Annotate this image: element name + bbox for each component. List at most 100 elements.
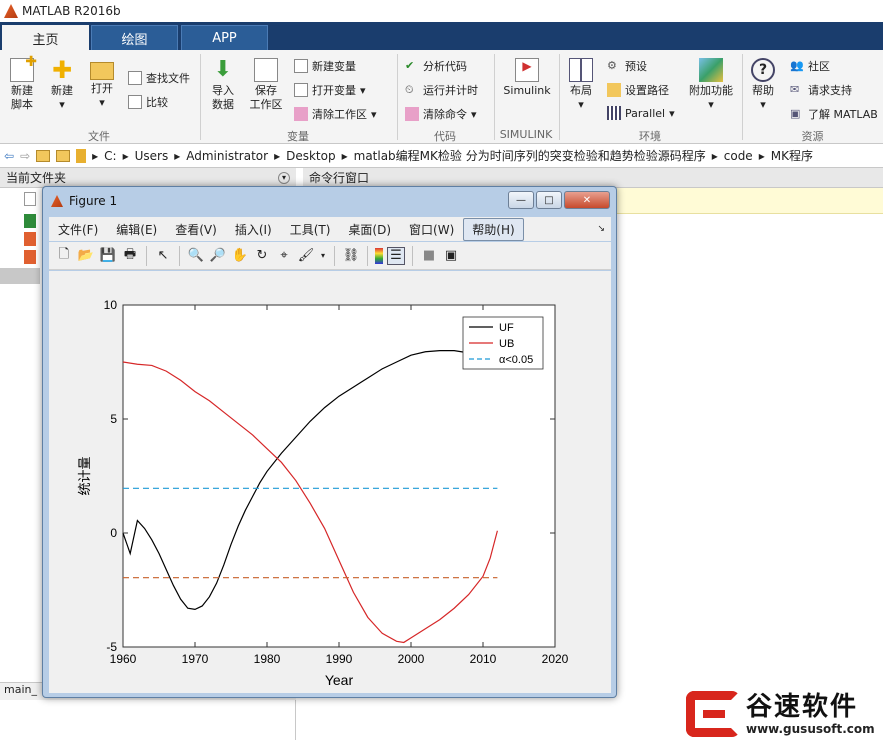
tab-plots[interactable]: 绘图	[91, 25, 178, 50]
chart-svg[interactable]: 1960 1970 1980 1990 2000 2010 2020-50510 Year …	[49, 271, 611, 693]
minimize-button[interactable]: —	[508, 191, 534, 209]
breadcrumb-item[interactable]: Desktop	[286, 149, 336, 163]
menu-insert[interactable]: 插入(I)	[226, 218, 281, 241]
breadcrumb-item[interactable]: Users	[135, 149, 169, 163]
folder-icon	[90, 62, 114, 80]
legend[interactable]: UF UB α<0.05	[462, 316, 544, 370]
breadcrumb-item[interactable]: MK程序	[771, 147, 813, 164]
eraser-icon	[294, 107, 308, 121]
pointer-icon[interactable]: ↖	[154, 247, 172, 265]
community-button[interactable]: 👥 社区	[790, 58, 830, 74]
tab-apps[interactable]: APP	[181, 25, 268, 50]
simulink-button[interactable]: ▶ Simulink	[502, 58, 552, 98]
menu-window[interactable]: 窗口(W)	[400, 218, 463, 241]
x-tick-label: 2000	[398, 652, 425, 666]
save-icon[interactable]: 💾	[99, 247, 117, 265]
figure-window[interactable]: Figure 1 — □ ✕ 文件(F) 编辑(E) 查看(V) 插入(I) 工…	[42, 186, 617, 698]
compare-button[interactable]: 比较	[128, 94, 168, 110]
new-script-icon: ✚	[10, 55, 37, 82]
figure-toolbar: 🗋 📂 💾 🖶 ↖ 🔍 🔎 ✋ ↻ ⌖ 🖌 ▾ ⛓ ☰ ■ ▣	[49, 242, 611, 270]
y-tick-label: 0	[110, 526, 117, 540]
root-folder-icon	[76, 148, 87, 163]
import-data-button[interactable]: ⬇ 导入 数据	[206, 58, 240, 112]
run-and-time-button[interactable]: ⏲ 运行并计时	[405, 82, 478, 98]
address-bar[interactable]: ⇦ ⇨ ▸ C: ▸ Users ▸ Administrator ▸ Desktop ▸…	[0, 144, 883, 168]
figure-plot-area[interactable]: 1960 1970 1980 1990 2000 2010 2020 -5 0 5 10 Year …	[49, 271, 611, 693]
tab-home[interactable]: 主页	[2, 25, 89, 50]
link-plot-icon[interactable]: ⛓	[342, 247, 360, 265]
request-support-button[interactable]: ✉ 请求支持	[790, 82, 852, 98]
m-file-icon[interactable]	[24, 232, 36, 246]
ribbon: ✚ 新建 脚本 ✚ 新建 ▾ 打开 ▾ 查找文件 比较 文件 ⬇ 导入 数据 保存 …	[0, 50, 883, 144]
new-script-button[interactable]: ✚ 新建 脚本	[6, 55, 38, 112]
forward-icon[interactable]: ⇨	[20, 149, 30, 163]
clear-workspace-button[interactable]: 清除工作区 ▾	[294, 106, 377, 122]
folder-icon	[607, 83, 621, 97]
breadcrumb-item[interactable]: code	[724, 149, 753, 163]
help-button[interactable]: ? 帮助 ▾	[748, 58, 778, 112]
clear-commands-button[interactable]: 清除命令 ▾	[405, 106, 477, 122]
menu-edit[interactable]: 编辑(E)	[107, 218, 166, 241]
excel-file-icon[interactable]	[24, 214, 36, 228]
breadcrumb-item[interactable]: matlab编程MK检验 分为时间序列的突变检验和趋势检验源码程序	[354, 147, 706, 164]
add-ons-button[interactable]: 附加功能 ▾	[686, 58, 736, 112]
menu-tools[interactable]: 工具(T)	[281, 218, 340, 241]
rotate-icon[interactable]: ↻	[253, 247, 271, 265]
learn-matlab-button[interactable]: ▣ 了解 MATLAB	[790, 106, 878, 122]
dock-arrow-icon[interactable]: ↘	[597, 224, 605, 234]
find-files-button[interactable]: 查找文件	[128, 70, 190, 86]
support-icon: ✉	[790, 83, 800, 96]
breadcrumb-item[interactable]: C:	[104, 149, 116, 163]
preferences-button[interactable]: ⚙ 预设	[607, 58, 647, 74]
legend-entry: UB	[499, 338, 514, 350]
breadcrumb-item[interactable]: Administrator	[186, 149, 268, 163]
hide-tools-icon[interactable]: ■	[420, 247, 438, 265]
x-axis-label: Year	[325, 672, 354, 688]
data-cursor-icon[interactable]: ⌖	[275, 247, 293, 265]
group-label-variable: 变量	[287, 130, 309, 143]
group-label-file: 文件	[88, 130, 110, 143]
brush-icon[interactable]: 🖌	[297, 247, 315, 265]
open-variable-button[interactable]: 打开变量 ▾	[294, 82, 366, 98]
pan-icon[interactable]: ✋	[231, 247, 249, 265]
cubes-icon	[699, 58, 723, 82]
y-tick-label: 10	[104, 298, 118, 312]
print-icon[interactable]: 🖶	[121, 247, 139, 265]
new-figure-icon[interactable]: 🗋	[55, 247, 73, 265]
analyze-code-button[interactable]: ✔ 分析代码	[405, 58, 467, 74]
watermark-brand: 谷速软件	[746, 692, 859, 722]
menu-desktop[interactable]: 桌面(D)	[339, 218, 400, 241]
open-file-icon[interactable]: 📂	[77, 247, 95, 265]
zoom-in-icon[interactable]: 🔍	[187, 247, 205, 265]
show-tools-icon[interactable]: ▣	[442, 247, 460, 265]
command-window-header: 命令行窗口	[303, 168, 883, 188]
close-button[interactable]: ✕	[564, 191, 610, 209]
m-file-icon[interactable]	[24, 250, 36, 264]
browse-folder-icon[interactable]	[56, 149, 71, 162]
selected-file-row[interactable]	[0, 268, 40, 284]
menu-help[interactable]: 帮助(H)	[463, 217, 524, 241]
compare-icon	[128, 95, 142, 109]
menu-file[interactable]: 文件(F)	[49, 218, 107, 241]
save-workspace-button[interactable]: 保存 工作区	[246, 58, 286, 112]
back-icon[interactable]: ⇦	[4, 149, 14, 163]
watermark-logo: 谷速软件 www.gususoft.com	[686, 688, 883, 740]
maximize-button[interactable]: □	[536, 191, 562, 209]
chevron-down-icon[interactable]: ▾	[319, 247, 327, 265]
layout-button[interactable]: 布局 ▾	[566, 58, 596, 112]
zoom-out-icon[interactable]: 🔎	[209, 247, 227, 265]
panel-menu-icon[interactable]: ▾	[278, 171, 290, 184]
legend-icon[interactable]: ☰	[387, 246, 405, 265]
open-button[interactable]: 打开 ▾	[86, 58, 118, 110]
new-variable-button[interactable]: 新建变量	[294, 58, 356, 74]
set-path-button[interactable]: 设置路径	[607, 82, 669, 98]
up-folder-icon[interactable]	[36, 149, 51, 162]
app-titlebar: MATLAB R2016b	[0, 0, 883, 22]
x-tick-label: 1970	[182, 652, 209, 666]
new-button[interactable]: ✚ 新建 ▾	[46, 58, 78, 112]
legend-entry: α<0.05	[499, 354, 533, 366]
menu-view[interactable]: 查看(V)	[166, 218, 226, 241]
ribbon-tabs: 主页 绘图 APP	[0, 22, 883, 50]
colorbar-icon[interactable]	[375, 247, 383, 264]
parallel-button[interactable]: Parallel ▾	[607, 106, 675, 120]
